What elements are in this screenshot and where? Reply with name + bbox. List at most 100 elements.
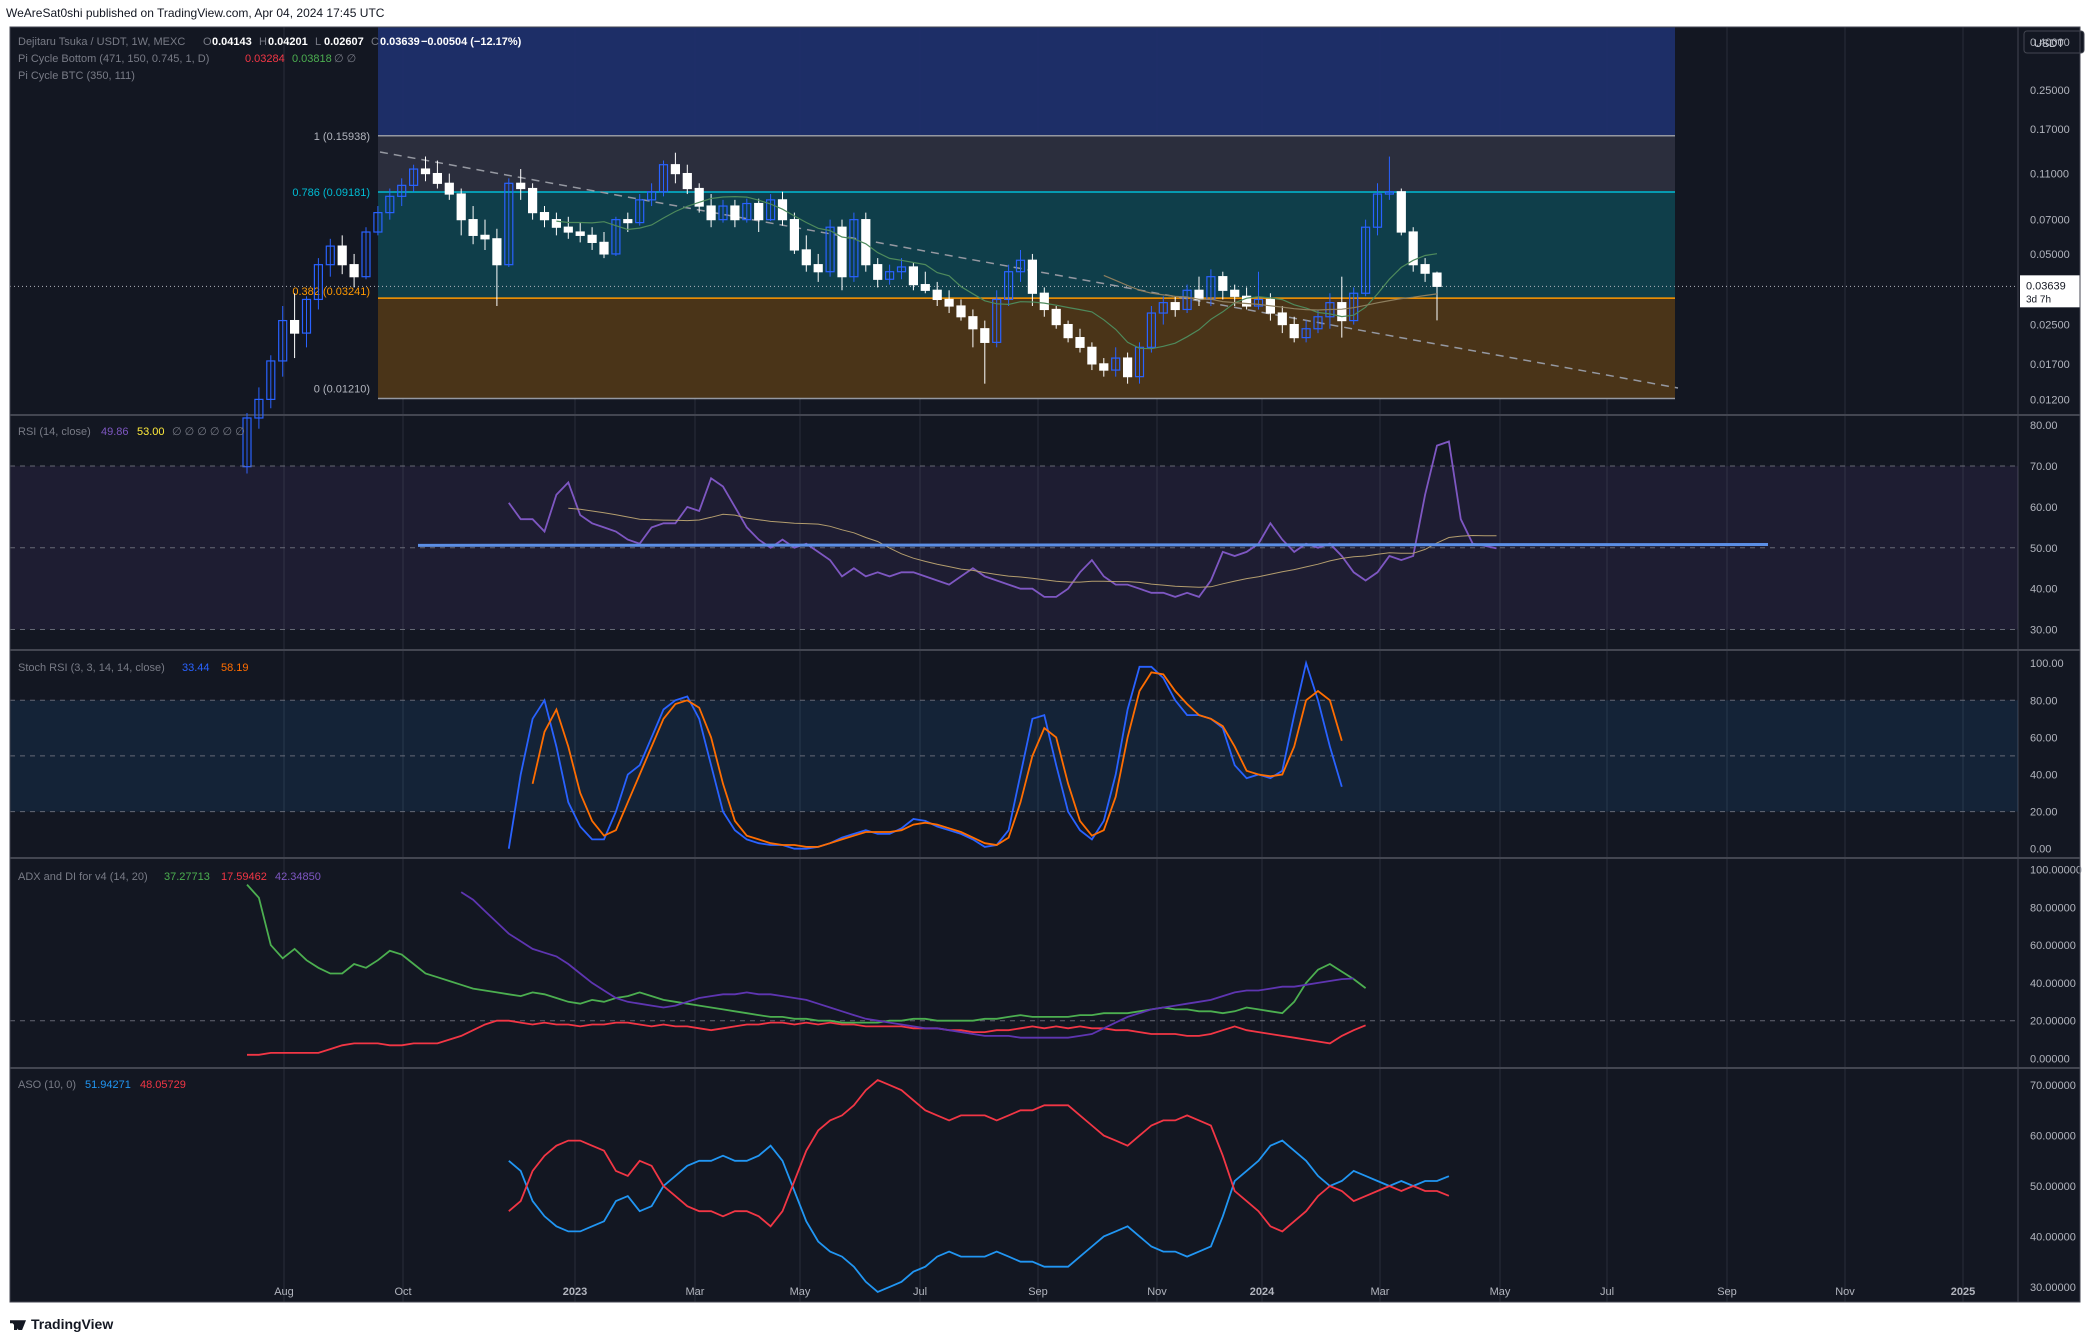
candle-body: [551, 219, 562, 228]
aso-label: ASO (10, 0): [18, 1079, 76, 1091]
candle-body: [516, 182, 526, 190]
ohlc-l-value: 0.02607: [324, 36, 364, 48]
time-axis-label: Sep: [1717, 1286, 1737, 1298]
candle-body: [444, 182, 454, 195]
pi-cycle-bottom-label: Pi Cycle Bottom (471, 150, 0.745, 1, D): [18, 53, 209, 65]
stoch-k-value: 33.44: [182, 662, 210, 674]
ohlc-change: −0.00504 (−12.17%): [421, 36, 522, 48]
tradingview-logo-icon: [10, 1320, 26, 1331]
candle-body: [290, 319, 300, 334]
candle-body: [1420, 264, 1430, 274]
rsi-value: 49.86: [101, 426, 129, 438]
candle-body: [837, 226, 847, 278]
adx-label: ADX and DI for v4 (14, 20): [18, 871, 148, 883]
candle-body: [468, 219, 478, 236]
time-axis-label: 2024: [1250, 1286, 1275, 1298]
candle-body: [1337, 302, 1347, 322]
rsi-ma-value: 53.00: [137, 426, 165, 438]
candle-body: [944, 298, 954, 307]
stoch-d-value: 58.19: [221, 662, 249, 674]
tradingview-logo[interactable]: TradingView: [10, 1316, 113, 1332]
candle-body: [349, 264, 359, 278]
adx-axis-tick: 100.00000: [2030, 864, 2082, 876]
time-axis-label: Jul: [913, 1286, 927, 1298]
rsi-axis-tick: 70.00: [2030, 461, 2058, 473]
fib-zone-0382-0: [378, 298, 1675, 399]
candle-body: [920, 284, 930, 291]
price-axis-tick: 0.25000: [2030, 85, 2070, 97]
fib-zone-above-1: [378, 27, 1675, 136]
price-axis-tick: 0.01200: [2030, 394, 2070, 406]
candle-body: [682, 172, 692, 190]
time-axis-label: Mar: [686, 1286, 705, 1298]
candle-body: [754, 202, 764, 221]
candle-body: [1170, 302, 1180, 311]
candle-body: [1063, 323, 1073, 339]
aso-bear-value: 48.05729: [140, 1079, 186, 1091]
rsi-label: RSI (14, close): [18, 426, 91, 438]
pi-cycle-bottom-v2: 0.03818: [292, 53, 332, 65]
fib-label-0: 0 (0.01210): [314, 384, 370, 396]
adx-axis-tick: 20.00000: [2030, 1016, 2076, 1028]
ohlc-h-value: 0.04201: [268, 36, 308, 48]
candle-body: [492, 238, 502, 266]
time-axis-label: Aug: [274, 1286, 294, 1298]
price-axis-tick: 0.07000: [2030, 215, 2070, 227]
pi-cycle-btc-label: Pi Cycle BTC (350, 111): [18, 70, 135, 82]
fib-label-0786: 0.786 (0.09181): [292, 187, 370, 199]
price-axis-tick: 0.11000: [2030, 169, 2069, 181]
candle-body: [980, 328, 990, 343]
candle-body: [599, 241, 609, 255]
time-axis-label: May: [790, 1286, 811, 1298]
tradingview-logo-text: TradingView: [31, 1316, 114, 1332]
price-axis-tick: 0.40000: [2030, 37, 2070, 49]
adx-axis-tick: 40.00000: [2030, 978, 2076, 990]
fib-zone-1-0786: [378, 135, 1675, 193]
pi-cycle-bottom-extra: ∅ ∅: [334, 53, 356, 65]
price-axis-tick: 0.02500: [2030, 320, 2070, 332]
candle-body: [575, 231, 585, 236]
aso-axis-tick: 50.00000: [2030, 1181, 2076, 1193]
ohlc-c-value: 0.03639: [380, 36, 420, 48]
candle-body: [1099, 363, 1109, 371]
candle-body: [1396, 191, 1406, 233]
aso-axis-tick: 70.00000: [2030, 1080, 2076, 1092]
candle-body: [1087, 346, 1097, 365]
ohlc-key: H: [259, 36, 267, 48]
ohlc-key: C: [371, 36, 379, 48]
candle-body: [956, 305, 966, 318]
adx-value: 42.34850: [275, 871, 321, 883]
rsi-axis-tick: 50.00: [2030, 543, 2058, 555]
adx-axis-tick: 60.00000: [2030, 940, 2076, 952]
fib-label-1: 1 (0.15938): [314, 131, 370, 143]
aso-axis-tick: 40.00000: [2030, 1231, 2076, 1243]
time-axis-label: Jul: [1600, 1286, 1614, 1298]
candle-body: [968, 316, 978, 330]
candle-body: [1039, 292, 1049, 311]
candle-body: [706, 205, 716, 221]
candle-body: [730, 205, 740, 221]
pi-cycle-bottom-v1: 0.03284: [245, 53, 285, 65]
ohlc-o-value: 0.04143: [212, 36, 252, 48]
candle-body: [563, 226, 573, 233]
adx-plus-value: 37.27713: [164, 871, 210, 883]
chart-canvas[interactable]: 1 (0.15938) 0.786 (0.09181) 0.382 (0.03241…: [0, 0, 2100, 1339]
time-axis-label: Oct: [394, 1286, 411, 1298]
candle-body: [420, 168, 431, 175]
candle-body: [480, 234, 490, 240]
time-axis-label: Mar: [1371, 1286, 1390, 1298]
rsi-extra: ∅ ∅ ∅ ∅ ∅ ∅: [172, 426, 245, 438]
fib-zone-0786-0382: [378, 192, 1675, 299]
candle-body: [789, 219, 800, 251]
candle-body: [801, 249, 811, 266]
candle-body: [456, 193, 466, 221]
candle-body: [1277, 312, 1287, 326]
stoch-axis-tick: 0.00: [2030, 844, 2051, 856]
last-price-value: 0.03639: [2026, 280, 2066, 292]
adx-minus-value: 17.59462: [221, 871, 267, 883]
time-axis-label: 2025: [1951, 1286, 1975, 1298]
candle-body: [1218, 276, 1228, 291]
candle-body: [1027, 259, 1038, 294]
candle-body: [623, 219, 633, 224]
stoch-axis-tick: 40.00: [2030, 769, 2058, 781]
